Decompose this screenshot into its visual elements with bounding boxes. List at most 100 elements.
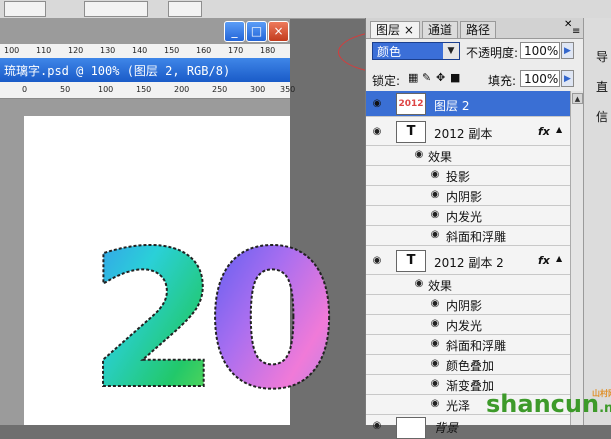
watermark-sub: .net <box>599 401 611 416</box>
maximize-button[interactable]: □ <box>246 21 267 42</box>
ruler-label: 100 <box>98 85 114 94</box>
lock-label: 锁定: <box>372 74 401 88</box>
watermark-main: shancun <box>486 390 600 418</box>
document-title-bar[interactable]: 琉璃字.psd @ 100% (图层 2, RGB/8) <box>0 58 290 82</box>
eye-icon[interactable]: ◉ <box>428 190 442 200</box>
eye-icon[interactable]: ◉ <box>428 339 442 349</box>
glass-text-artwork: 2 0 <box>88 209 339 396</box>
scroll-up-icon[interactable]: ▲ <box>572 93 583 104</box>
eye-icon[interactable]: ◉ <box>370 127 384 137</box>
layer-row-layer2[interactable]: ◉ 2012 图层 2 <box>366 91 570 117</box>
effect-name: 颜色叠加 <box>446 359 495 373</box>
minimize-button[interactable]: _ <box>224 21 245 42</box>
lock-move-icon[interactable]: ✥ <box>436 71 445 84</box>
layer-row-2012-copy-2[interactable]: ◉ T 2012 副本 2 fx ▲ <box>366 246 570 275</box>
ruler-label: 100 <box>4 46 20 55</box>
navigator-tab[interactable]: 导 <box>596 48 611 65</box>
window-controls: _ □ × <box>224 21 290 43</box>
effect-name: 内阴影 <box>446 299 483 313</box>
fill-slider-button[interactable]: ▶ <box>561 70 574 87</box>
layer-thumbnail <box>396 417 426 439</box>
eye-icon[interactable]: ◉ <box>412 150 426 160</box>
eye-icon[interactable]: ◉ <box>428 359 442 369</box>
layer-thumbnail: 2012 <box>396 93 426 115</box>
effect-name: 内发光 <box>446 210 483 224</box>
ruler-label: 0 <box>22 85 28 94</box>
ruler-label: 120 <box>68 46 84 55</box>
effect-name: 光泽 <box>446 399 471 413</box>
eye-icon[interactable]: ◉ <box>428 379 442 389</box>
close-button[interactable]: × <box>268 21 289 42</box>
ruler-label: 160 <box>196 46 212 55</box>
fill-input[interactable]: 100% <box>520 70 560 87</box>
text-layer-thumbnail: T <box>396 121 426 143</box>
effect-row[interactable]: ◉ 内发光 <box>366 315 570 335</box>
effect-name: 斜面和浮雕 <box>446 230 507 244</box>
eye-icon[interactable]: ◉ <box>428 299 442 309</box>
effect-row[interactable]: ◉ 内阴影 <box>366 295 570 315</box>
chevron-down-icon: ▼ <box>443 43 459 59</box>
watermark-small: 山村网 <box>592 389 611 398</box>
info-tab[interactable]: 信 <box>596 108 611 125</box>
fx-icon[interactable]: fx <box>538 254 550 267</box>
blend-mode-select[interactable]: 颜色 ▼ <box>372 42 460 60</box>
eye-icon[interactable]: ◉ <box>428 170 442 180</box>
eye-icon[interactable]: ◉ <box>370 421 384 431</box>
options-field[interactable] <box>84 1 148 17</box>
options-bar <box>0 0 611 19</box>
panel-tabs: 图层 × 通道 路径 ✕ ≡ <box>366 18 584 39</box>
lock-all-icon[interactable]: ■ <box>450 71 460 84</box>
ruler-label: 110 <box>36 46 52 55</box>
ruler-label: 140 <box>132 46 148 55</box>
layer-name: 图层 2 <box>434 99 470 113</box>
lock-transparency-icon[interactable]: ▦ <box>408 71 418 84</box>
layer-row-background[interactable]: ◉ 背景 <box>366 415 570 439</box>
effect-row[interactable]: ◉ 颜色叠加 <box>366 355 570 375</box>
effect-row[interactable]: ◉ 斜面和浮雕 <box>366 335 570 355</box>
options-field[interactable] <box>4 1 46 17</box>
effects-label: 效果 <box>428 150 453 164</box>
fx-icon[interactable]: fx <box>538 125 550 138</box>
effect-name: 斜面和浮雕 <box>446 339 507 353</box>
layers-list: ◉ 2012 图层 2 ◉ T 2012 副本 fx ▲ ◉ 效果 ◉ 投影 ◉… <box>366 91 570 439</box>
right-dock: 导 直 信 <box>583 18 611 425</box>
lock-paint-icon[interactable]: ✎ <box>422 71 431 84</box>
layer-name: 2012 副本 <box>434 127 493 141</box>
effects-header[interactable]: ◉ 效果 <box>366 275 570 295</box>
ruler-label: 170 <box>228 46 244 55</box>
eye-icon[interactable]: ◉ <box>370 256 384 266</box>
histogram-tab[interactable]: 直 <box>596 78 611 95</box>
effect-row[interactable]: ◉ 投影 <box>366 166 570 186</box>
effect-row[interactable]: ◉ 内阴影 <box>366 186 570 206</box>
opacity-label: 不透明度: <box>466 46 519 60</box>
effects-header[interactable]: ◉ 效果 <box>366 146 570 166</box>
effect-name: 内阴影 <box>446 190 483 204</box>
eye-icon[interactable]: ◉ <box>370 99 384 109</box>
text-layer-thumbnail: T <box>396 250 426 272</box>
eye-icon[interactable]: ◉ <box>428 399 442 409</box>
eye-icon[interactable]: ◉ <box>428 210 442 220</box>
layers-panel: 图层 × 通道 路径 ✕ ≡ 颜色 ▼ 不透明度: 100% ▶ 锁定: ▦ ✎… <box>365 18 585 439</box>
effect-row[interactable]: ◉ 斜面和浮雕 <box>366 226 570 246</box>
chevron-up-icon[interactable]: ▲ <box>556 254 562 263</box>
ruler-label: 150 <box>164 46 180 55</box>
ruler-label: 200 <box>174 85 190 94</box>
effect-row[interactable]: ◉ 内发光 <box>366 206 570 226</box>
layer-row-2012-copy[interactable]: ◉ T 2012 副本 fx ▲ <box>366 117 570 146</box>
chevron-up-icon[interactable]: ▲ <box>556 125 562 134</box>
tab-paths[interactable]: 路径 <box>460 21 497 38</box>
tab-channels[interactable]: 通道 <box>422 21 459 38</box>
opacity-input[interactable]: 100% <box>520 42 560 59</box>
fill-label: 填充: <box>488 74 517 88</box>
options-field[interactable] <box>168 1 202 17</box>
ruler-label: 130 <box>100 46 116 55</box>
eye-icon[interactable]: ◉ <box>412 279 426 289</box>
watermark-logo: shancun.net 山村网 <box>486 389 611 418</box>
panel-menu-icon[interactable]: ≡ <box>572 26 580 37</box>
tab-layers[interactable]: 图层 × <box>370 21 420 38</box>
eye-icon[interactable]: ◉ <box>428 319 442 329</box>
eye-icon[interactable]: ◉ <box>428 230 442 240</box>
opacity-slider-button[interactable]: ▶ <box>561 42 574 59</box>
effects-label: 效果 <box>428 279 453 293</box>
digit-0: 0 <box>206 210 338 396</box>
